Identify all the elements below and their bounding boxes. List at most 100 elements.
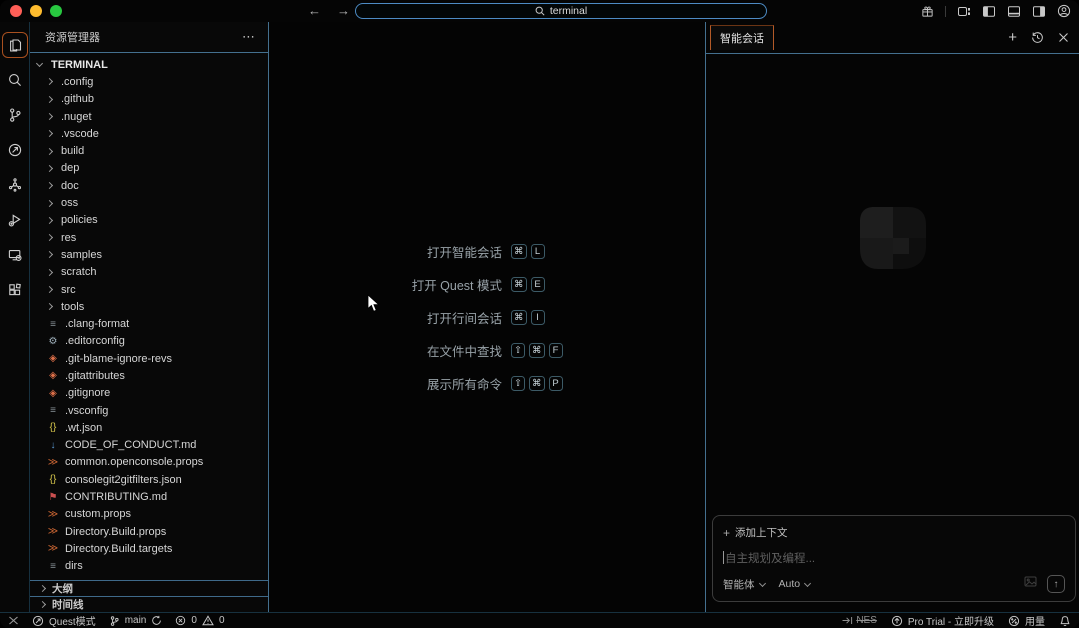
history-nav: ← → [308,0,350,22]
close-window-button[interactable] [10,5,22,17]
key-cap: ⇧ [511,342,525,358]
tree-item-label: .gitattributes [65,369,125,382]
tree-file-common.openconsole.props[interactable]: ≫ common.openconsole.props [30,454,268,471]
tree-folder-tools[interactable]: tools [30,298,268,315]
lines-file-icon: ≡ [50,318,56,330]
tree-file-.vsconfig[interactable]: ≡ .vsconfig [30,402,268,419]
mddown-file-icon: ↓ [50,439,56,451]
tree-folder-build[interactable]: build [30,142,268,159]
close-panel-icon[interactable] [1058,32,1069,43]
usage-icon [1008,615,1020,626]
tree-root-terminal[interactable]: TERMINAL [30,56,268,73]
toggle-bottom-panel-icon[interactable] [1007,5,1021,18]
tree-item-label: res [61,231,77,244]
tab-jump-icon [842,617,853,624]
toggle-left-sidebar-icon[interactable] [982,5,996,18]
chevron-right-icon [45,199,54,207]
tree-file-CONTRIBUTING.md[interactable]: ⚑ CONTRIBUTING.md [30,488,268,505]
agent-dropdown[interactable]: 智能体 [723,577,766,592]
chevron-right-icon [45,130,54,138]
tree-folder-res[interactable]: res [30,229,268,246]
tree-folder-src[interactable]: src [30,281,268,298]
chat-tab[interactable]: 智能会话 [710,25,774,50]
tree-item-label: .editorconfig [65,335,125,348]
sidebar-sections: 大纲 时间线 [30,580,268,612]
tree-item-label: policies [61,214,98,227]
section-timeline[interactable]: 时间线 [30,596,268,612]
tree-file-dirs[interactable]: ≡ dirs [30,558,268,575]
notifications[interactable] [1059,615,1071,627]
history-icon[interactable] [1031,31,1044,44]
activity-explorer-button[interactable] [0,27,30,62]
tree-folder-.nuget[interactable]: .nuget [30,108,268,125]
tree-folder-.github[interactable]: .github [30,91,268,108]
tree-file-.clang-format[interactable]: ≡ .clang-format [30,315,268,332]
section-outline[interactable]: 大纲 [30,580,268,596]
chat-panel-header: 智能会话 + [706,22,1079,54]
editor-groups-icon[interactable] [957,5,971,18]
image-icon[interactable] [1024,575,1037,593]
shortcut-label: 在文件中查找 [426,344,502,359]
key-cap: E [530,276,545,292]
tree-folder-.config[interactable]: .config [30,73,268,90]
extensions-icon [2,277,28,303]
tree-file-Directory.Build.props[interactable]: ≫ Directory.Build.props [30,523,268,540]
activity-search-button[interactable] [0,62,30,97]
activity-quest-mode-button[interactable] [0,132,30,167]
tree-folder-samples[interactable]: samples [30,246,268,263]
tree-folder-policies[interactable]: policies [30,212,268,229]
activity-source-control-button[interactable] [0,97,30,132]
forward-button[interactable]: → [337,0,350,22]
pro-trial-upgrade[interactable]: Pro Trial - 立即升级 [891,613,994,628]
activity-remote-explorer-button[interactable] [0,237,30,272]
account-icon[interactable] [1057,4,1071,18]
tree-file-custom.props[interactable]: ≫ custom.props [30,506,268,523]
tree-file-.wt.json[interactable]: {} .wt.json [30,419,268,436]
activity-extensions-button[interactable] [0,272,30,307]
tree-folder-dep[interactable]: dep [30,160,268,177]
activity-run-debug-button[interactable] [0,202,30,237]
tree-folder-oss[interactable]: oss [30,194,268,211]
chevron-down-icon [804,579,812,587]
tree-file-.git-blame-ignore-revs[interactable]: ◈ .git-blame-ignore-revs [30,350,268,367]
tree-file-consolegit2gitfilters.json[interactable]: {} consolegit2gitfilters.json [30,471,268,488]
chat-tab-label: 智能会话 [720,33,764,45]
minimize-window-button[interactable] [30,5,42,17]
chevron-down-icon [758,579,766,587]
tree-folder-.vscode[interactable]: .vscode [30,125,268,142]
tree-file-.editorconfig[interactable]: ⚙ .editorconfig [30,333,268,350]
command-center-search[interactable]: terminal [355,3,767,19]
tree-item-label: CONTRIBUTING.md [65,491,168,504]
search-icon [2,67,28,93]
more-actions-icon[interactable]: ⋯ [242,29,256,45]
props-file-icon: ≫ [47,526,59,538]
tree-file-.gitignore[interactable]: ◈ .gitignore [30,385,268,402]
maximize-window-button[interactable] [50,5,62,17]
quest-mode-status[interactable]: Quest模式 [32,613,96,628]
new-chat-icon[interactable]: + [1008,29,1017,46]
git-branch-status[interactable]: main [109,615,163,627]
nes-status[interactable]: NES [842,615,877,626]
toggle-right-sidebar-icon[interactable] [1032,5,1046,18]
git-file-icon: ◈ [49,353,57,365]
remote-indicator[interactable] [8,615,19,626]
chat-input[interactable]: + 添加上下文 自主规划及编程... 智能体 Auto ↑ [712,515,1076,602]
tree-folder-scratch[interactable]: scratch [30,264,268,281]
back-button[interactable]: ← [308,0,321,22]
tree-item-label: Directory.Build.targets [65,542,173,555]
model-dropdown[interactable]: Auto [779,578,812,590]
tree-folder-doc[interactable]: doc [30,177,268,194]
tree-file-.gitattributes[interactable]: ◈ .gitattributes [30,367,268,384]
problems-status[interactable]: 0 0 [175,615,225,626]
tree-file-Directory.Build.targets[interactable]: ≫ Directory.Build.targets [30,540,268,557]
usage-status[interactable]: 用量 [1008,613,1045,628]
tree-item-label: .vsconfig [65,404,109,417]
activity-agents-button[interactable] [0,167,30,202]
tree-item-label: build [61,145,85,158]
tree-file-CODE_OF_CONDUCT.md[interactable]: ↓ CODE_OF_CONDUCT.md [30,437,268,454]
add-context-button[interactable]: + 添加上下文 [723,525,1065,540]
gift-icon[interactable] [921,5,934,18]
send-button[interactable]: ↑ [1047,575,1065,593]
warning-count: 0 [218,615,225,626]
chat-input-placeholder[interactable]: 自主规划及编程... [723,550,1065,566]
